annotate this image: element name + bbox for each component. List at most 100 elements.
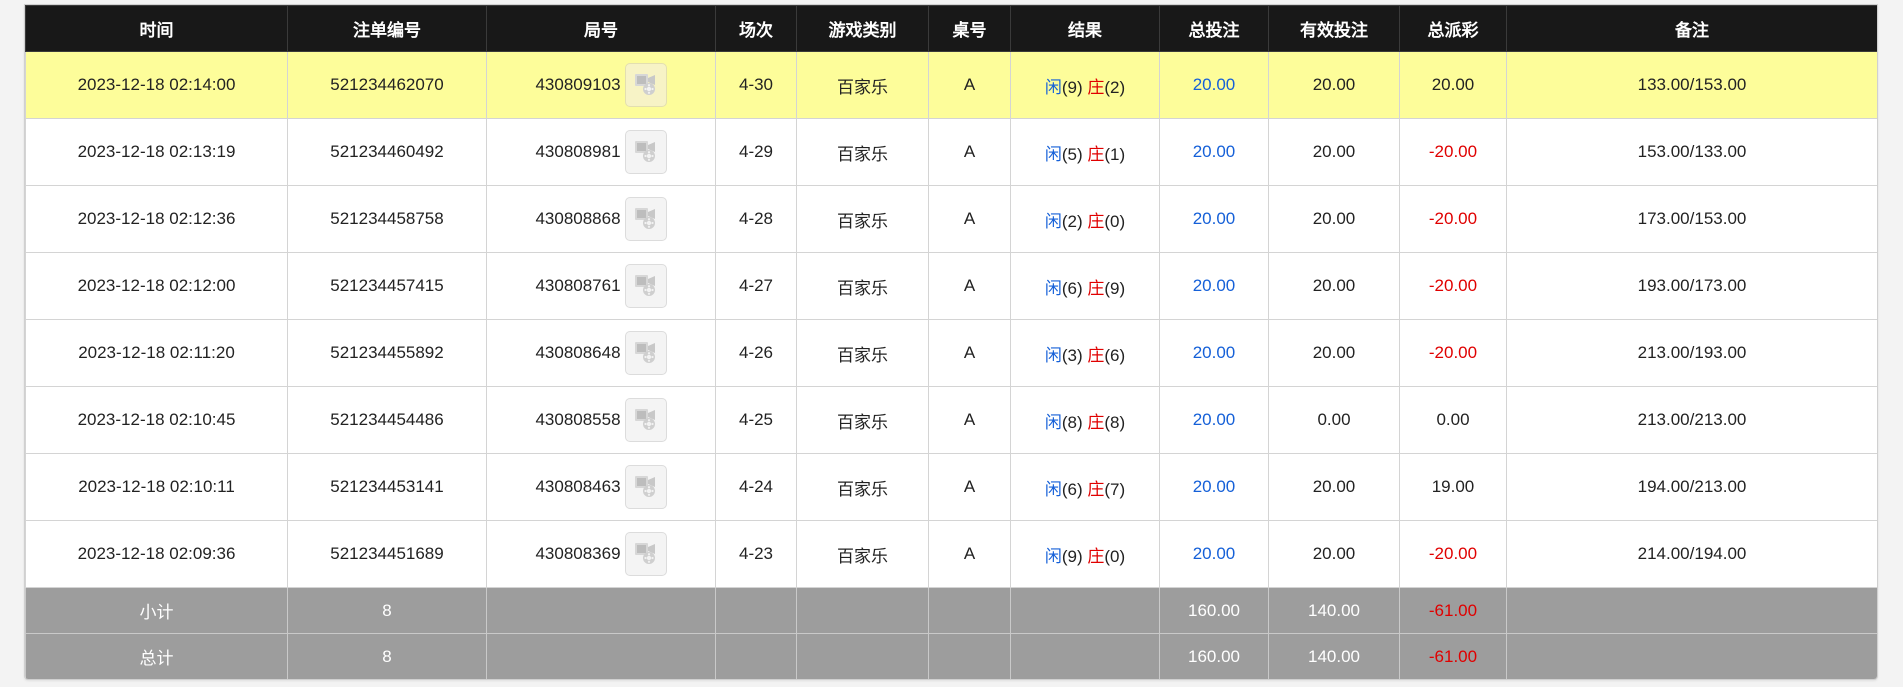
- col-header-bet-no: 注单编号: [287, 5, 487, 52]
- col-header-result: 结果: [1010, 5, 1160, 52]
- banker-score: (0): [1104, 211, 1126, 231]
- cell-payout: 0.00: [1399, 386, 1507, 454]
- video-replay-icon[interactable]: [624, 331, 667, 375]
- cell-note: 173.00/153.00: [1506, 185, 1877, 253]
- cell-payout: 20.00: [1399, 51, 1507, 119]
- video-replay-icon[interactable]: [624, 465, 667, 509]
- cell-total-bet: 20.00: [1159, 386, 1269, 454]
- cell-table-no: A: [928, 118, 1011, 186]
- col-header-total-bet: 总投注: [1159, 5, 1269, 52]
- cell-note: 153.00/133.00: [1506, 118, 1877, 186]
- banker-score: (6): [1104, 345, 1126, 365]
- table-row: 2023-12-18 02:14:00 521234462070 430809103…: [25, 51, 1877, 119]
- cell-bet-no: 521234460492: [287, 118, 487, 186]
- cell-session: 4-26: [715, 319, 797, 387]
- col-header-table-no: 桌号: [928, 5, 1011, 52]
- cell-time: 2023-12-18 02:09:36: [25, 520, 288, 588]
- cell-session: 4-28: [715, 185, 797, 253]
- round-number: 430808868: [535, 209, 621, 228]
- video-replay-icon[interactable]: [624, 532, 667, 576]
- cell-time: 2023-12-18 02:14:00: [25, 51, 288, 119]
- cell-round: 430808981: [486, 118, 716, 186]
- cell-session: 4-24: [715, 453, 797, 521]
- player-score: (8): [1061, 412, 1083, 432]
- cell-valid-bet: 0.00: [1268, 386, 1400, 454]
- cell-result: 闲(6) 庄(7): [1010, 453, 1160, 521]
- subtotal-label: 小计: [25, 587, 288, 634]
- col-header-game-type: 游戏类别: [796, 5, 929, 52]
- player-label: 闲: [1044, 144, 1062, 164]
- table-row: 2023-12-18 02:10:11 521234453141 430808463…: [25, 453, 1877, 521]
- col-header-payout: 总派彩: [1399, 5, 1507, 52]
- cell-total-bet: 20.00: [1159, 319, 1269, 387]
- subtotal-row: 小计 8 160.00 140.00 -61.00: [25, 587, 1877, 634]
- round-number: 430808369: [535, 544, 621, 563]
- player-label: 闲: [1044, 77, 1062, 97]
- cell-result: 闲(9) 庄(0): [1010, 520, 1160, 588]
- bet-history-panel: 时间 注单编号 局号 场次 游戏类别 桌号 结果 总投注 有效投注 总派彩 备注…: [24, 4, 1878, 680]
- subtotal-empty-cell: [1506, 587, 1877, 634]
- total-label: 总计: [25, 633, 288, 679]
- round-number: 430808648: [535, 343, 621, 362]
- cell-result: 闲(2) 庄(0): [1010, 185, 1160, 253]
- total-payout: -61.00: [1399, 633, 1507, 679]
- video-replay-icon[interactable]: [624, 398, 667, 442]
- cell-game-type: 百家乐: [796, 453, 929, 521]
- video-replay-icon[interactable]: [624, 197, 667, 241]
- cell-round: 430808761: [486, 252, 716, 320]
- cell-bet-no: 521234455892: [287, 319, 487, 387]
- player-score: (2): [1061, 211, 1083, 231]
- cell-payout: 19.00: [1399, 453, 1507, 521]
- player-label: 闲: [1044, 479, 1062, 499]
- bet-history-table: 时间 注单编号 局号 场次 游戏类别 桌号 结果 总投注 有效投注 总派彩 备注…: [25, 5, 1877, 679]
- subtotal-valid-bet: 140.00: [1268, 587, 1400, 634]
- cell-result: 闲(3) 庄(6): [1010, 319, 1160, 387]
- banker-score: (1): [1104, 144, 1126, 164]
- round-number: 430808761: [535, 276, 621, 295]
- player-label: 闲: [1044, 278, 1062, 298]
- round-number: 430808558: [535, 410, 621, 429]
- cell-bet-no: 521234451689: [287, 520, 487, 588]
- cell-total-bet: 20.00: [1159, 185, 1269, 253]
- cell-total-bet: 20.00: [1159, 118, 1269, 186]
- subtotal-empty-cell: [796, 587, 929, 634]
- subtotal-count: 8: [287, 587, 487, 634]
- player-score: (6): [1061, 278, 1083, 298]
- cell-result: 闲(8) 庄(8): [1010, 386, 1160, 454]
- player-label: 闲: [1044, 546, 1062, 566]
- cell-valid-bet: 20.00: [1268, 252, 1400, 320]
- cell-time: 2023-12-18 02:12:36: [25, 185, 288, 253]
- cell-game-type: 百家乐: [796, 319, 929, 387]
- table-header-row: 时间 注单编号 局号 场次 游戏类别 桌号 结果 总投注 有效投注 总派彩 备注: [25, 5, 1877, 52]
- table-row: 2023-12-18 02:09:36 521234451689 430808369…: [25, 520, 1877, 588]
- banker-score: (0): [1104, 546, 1126, 566]
- total-row: 总计 8 160.00 140.00 -61.00: [25, 633, 1877, 679]
- cell-valid-bet: 20.00: [1268, 185, 1400, 253]
- cell-time: 2023-12-18 02:11:20: [25, 319, 288, 387]
- subtotal-empty-cell: [928, 587, 1011, 634]
- cell-note: 194.00/213.00: [1506, 453, 1877, 521]
- video-replay-icon[interactable]: [624, 264, 667, 308]
- cell-session: 4-23: [715, 520, 797, 588]
- total-empty-cell: [715, 633, 797, 679]
- cell-table-no: A: [928, 319, 1011, 387]
- cell-note: 193.00/173.00: [1506, 252, 1877, 320]
- video-replay-icon[interactable]: [624, 130, 667, 174]
- video-replay-icon[interactable]: [624, 63, 667, 107]
- cell-payout: -20.00: [1399, 185, 1507, 253]
- player-score: (6): [1061, 479, 1083, 499]
- banker-score: (8): [1104, 412, 1126, 432]
- cell-result: 闲(6) 庄(9): [1010, 252, 1160, 320]
- col-header-note: 备注: [1506, 5, 1877, 52]
- cell-valid-bet: 20.00: [1268, 520, 1400, 588]
- cell-session: 4-27: [715, 252, 797, 320]
- subtotal-empty-cell: [715, 587, 797, 634]
- cell-session: 4-30: [715, 51, 797, 119]
- cell-time: 2023-12-18 02:10:11: [25, 453, 288, 521]
- cell-table-no: A: [928, 185, 1011, 253]
- cell-game-type: 百家乐: [796, 520, 929, 588]
- table-row: 2023-12-18 02:12:36 521234458758 430808868…: [25, 185, 1877, 253]
- cell-game-type: 百家乐: [796, 386, 929, 454]
- banker-label: 庄: [1087, 211, 1105, 231]
- cell-round: 430808369: [486, 520, 716, 588]
